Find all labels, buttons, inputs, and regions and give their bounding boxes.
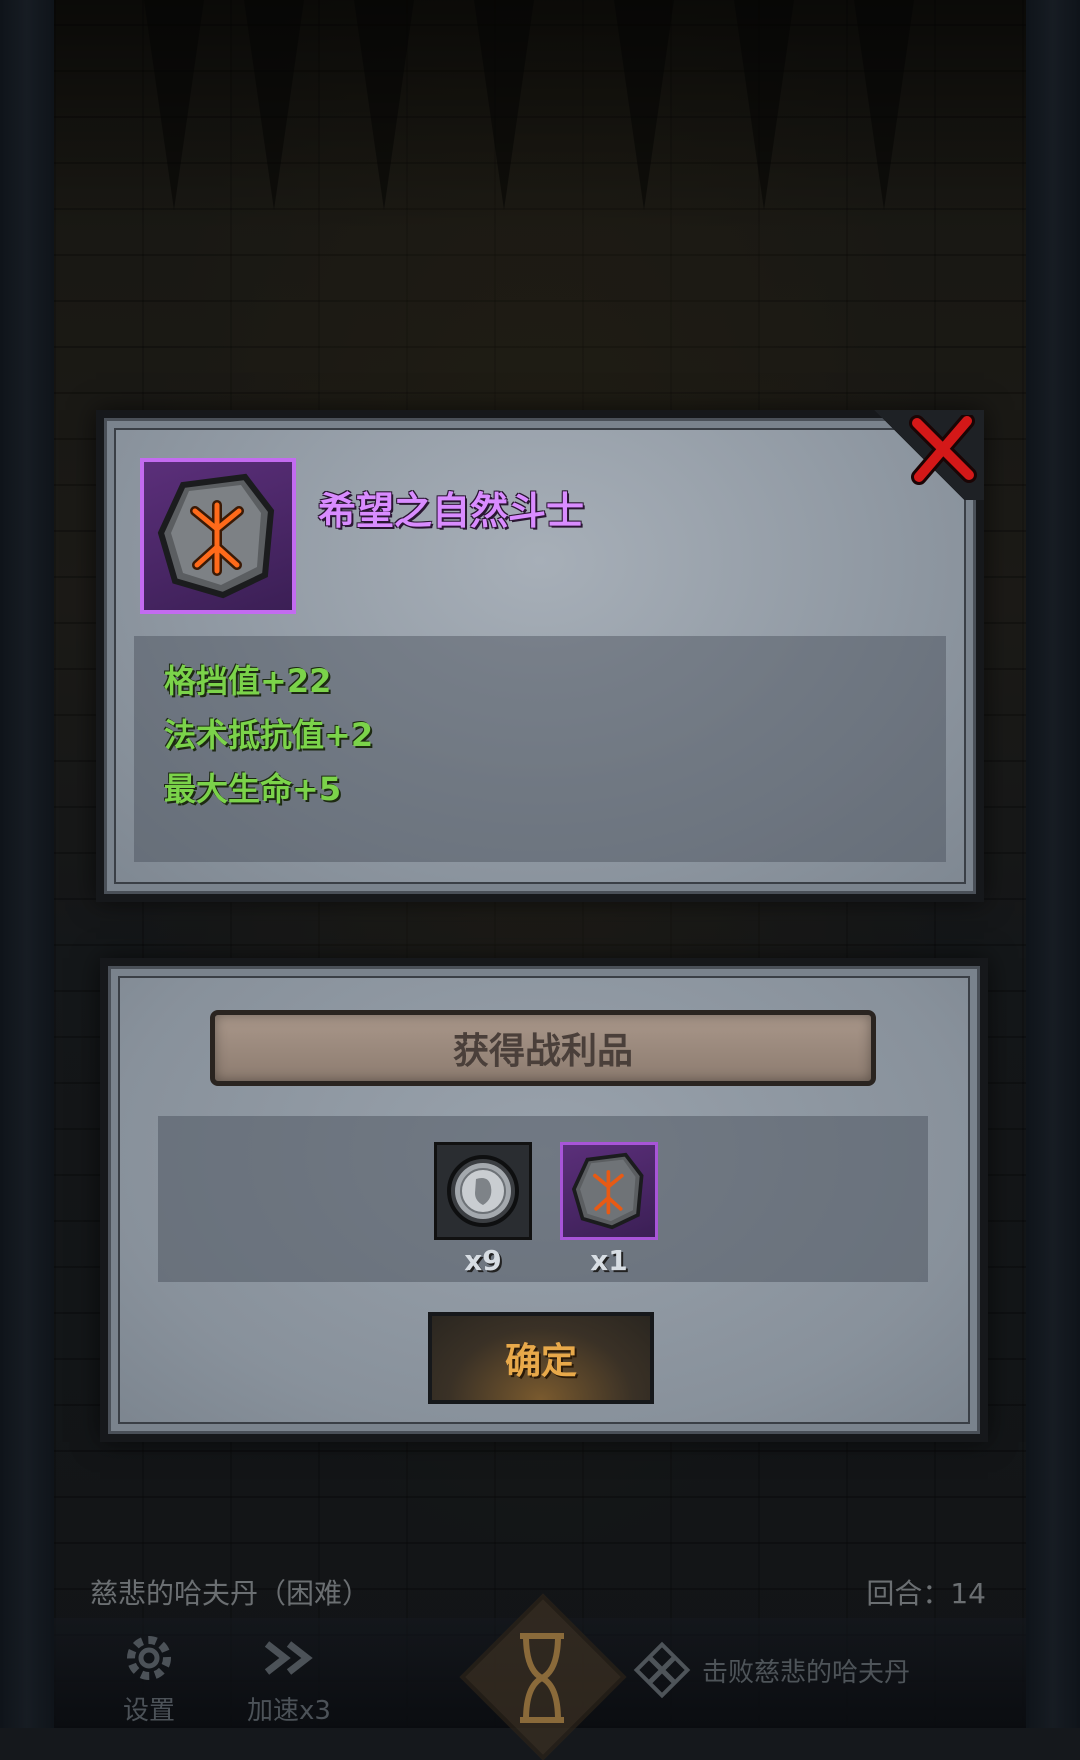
rune-stone-icon bbox=[157, 473, 275, 599]
loot-item-coin[interactable]: x9 bbox=[434, 1142, 532, 1277]
loot-count: x1 bbox=[590, 1244, 628, 1277]
item-detail-panel: 希望之自然斗士 格挡值+22 法术抵抗值+2 最大生命+5 bbox=[96, 410, 984, 902]
stage-name: 慈悲的哈夫丹（困难） bbox=[90, 1577, 371, 1610]
loot-area bbox=[158, 1116, 928, 1282]
loot-item-rune[interactable]: x1 bbox=[560, 1142, 658, 1277]
hud-action-bar: 设置 加速x3 击败慈悲的哈夫丹 bbox=[54, 1593, 1026, 1760]
item-stats-box: 格挡值+22 法术抵抗值+2 最大生命+5 bbox=[134, 636, 946, 862]
loot-title: 获得战利品 bbox=[210, 1010, 876, 1086]
loot-count: x9 bbox=[464, 1244, 502, 1277]
gear-icon bbox=[127, 1636, 171, 1680]
stat-spell-resist: 法术抵抗值+2 bbox=[164, 716, 374, 754]
hourglass-icon[interactable] bbox=[512, 1628, 572, 1728]
item-icon-frame bbox=[140, 458, 296, 614]
stat-max-health: 最大生命+5 bbox=[164, 770, 342, 808]
close-button[interactable] bbox=[902, 410, 982, 490]
close-icon bbox=[909, 415, 977, 485]
loot-icon-frame bbox=[434, 1142, 532, 1240]
rune-stone-icon bbox=[571, 1152, 644, 1230]
speed-label: 加速x3 bbox=[247, 1696, 331, 1726]
objective-text: 击败慈悲的哈夫丹 bbox=[702, 1657, 911, 1688]
settings-label: 设置 bbox=[122, 1696, 175, 1726]
settings-button[interactable]: 设置 bbox=[94, 1626, 204, 1727]
item-name: 希望之自然斗士 bbox=[318, 489, 585, 533]
silver-coin-icon bbox=[447, 1155, 519, 1227]
loot-panel: 获得战利品 x9 x1 确定 bbox=[100, 958, 988, 1442]
crossed-swords-icon bbox=[633, 1641, 691, 1699]
round-counter: 回合：14 bbox=[866, 1577, 986, 1610]
stat-block-value: 格挡值+22 bbox=[164, 662, 332, 700]
confirm-button[interactable]: 确定 bbox=[428, 1312, 654, 1404]
loot-icon-frame bbox=[560, 1142, 658, 1240]
speed-button[interactable]: 加速x3 bbox=[234, 1626, 344, 1727]
objective: 击败慈悲的哈夫丹 bbox=[632, 1640, 910, 1700]
fast-forward-icon bbox=[264, 1641, 313, 1675]
